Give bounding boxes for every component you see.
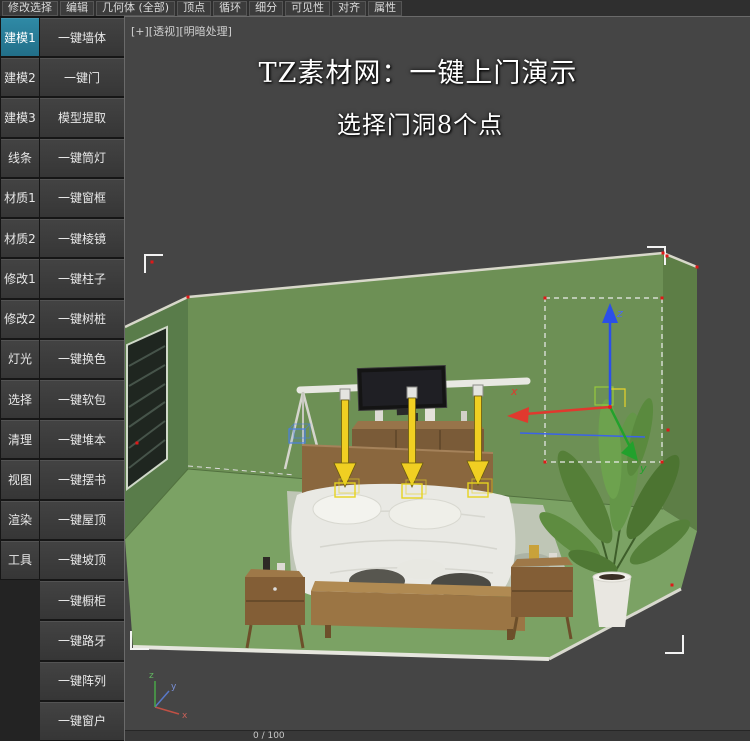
sidebar-action[interactable]: 一键树桩 <box>40 298 125 339</box>
axis-z-label: z <box>149 671 154 681</box>
menu-item[interactable]: 可见性 <box>285 0 331 16</box>
menu-item[interactable]: 顶点 <box>177 0 212 16</box>
sidebar-action[interactable]: 一键窗框 <box>40 177 125 219</box>
menu-item[interactable]: 细分 <box>249 0 284 16</box>
menu-item[interactable]: 修改选择 <box>2 0 58 16</box>
sidebar-category[interactable]: 渲染 <box>0 499 40 540</box>
menu-item[interactable]: 循环 <box>213 0 248 16</box>
application-window: 修改选择 编辑 几何体 (全部) 顶点 循环 细分 可见性 对齐 属性 建模1 … <box>0 0 750 741</box>
gizmo-y-label: y <box>639 462 647 475</box>
overlay-subtitle: 选择门洞8个点 <box>336 111 504 139</box>
menu-item[interactable]: 属性 <box>368 0 403 16</box>
viewport-label[interactable]: [+][透视][明暗处理] <box>131 23 232 39</box>
sidebar-category[interactable]: 材质1 <box>0 177 40 219</box>
sidebar-category[interactable]: 修改2 <box>0 298 40 339</box>
sidebar-action[interactable]: 一键坡顶 <box>40 539 125 581</box>
menu-bar: 修改选择 编辑 几何体 (全部) 顶点 循环 细分 可见性 对齐 属性 <box>0 0 750 17</box>
time-slider[interactable]: 0 / 100 <box>125 730 750 741</box>
sidebar-action[interactable]: 一键窗户 <box>40 700 125 741</box>
sidebar-category[interactable]: 建模1 <box>0 17 40 58</box>
sidebar-category[interactable]: 材质2 <box>0 218 40 259</box>
sidebar-category[interactable]: 灯光 <box>0 338 40 379</box>
sidebar-action[interactable]: 一键筒灯 <box>40 137 125 178</box>
menu-item[interactable]: 对齐 <box>332 0 367 16</box>
sidebar-action[interactable]: 一键柱子 <box>40 258 125 299</box>
sidebar-category[interactable]: 工具 <box>0 539 40 581</box>
axis-x-label: x <box>182 711 188 721</box>
axis-y-label: y <box>171 682 177 692</box>
sidebar-action[interactable]: 一键屋顶 <box>40 499 125 540</box>
sidebar-action[interactable]: 一键换色 <box>40 338 125 379</box>
sidebar-action[interactable]: 模型提取 <box>40 97 125 138</box>
time-slider-value: 0 / 100 <box>253 731 285 741</box>
sidebar-action-column: 一键墙体 一键门 模型提取 一键筒灯 一键窗框 一键棱镜 一键柱子 一键树桩 一… <box>40 17 125 741</box>
sidebar-category[interactable]: 修改1 <box>0 258 40 299</box>
sidebar-action[interactable]: 一键墙体 <box>40 17 125 58</box>
sidebar-action[interactable]: 一键门 <box>40 57 125 98</box>
gizmo-x-label: x <box>510 385 518 398</box>
sidebar-category[interactable]: 选择 <box>0 378 40 420</box>
plugin-sidebar: 建模1 建模2 建模3 线条 材质1 材质2 修改1 修改2 灯光 选择 清理 … <box>0 17 125 741</box>
sidebar-action[interactable]: 一键阵列 <box>40 660 125 701</box>
sidebar-action[interactable]: 一键橱柜 <box>40 580 125 621</box>
sidebar-category[interactable]: 视图 <box>0 459 40 500</box>
sidebar-action[interactable]: 一键摆书 <box>40 459 125 500</box>
sidebar-category-column: 建模1 建模2 建模3 线条 材质1 材质2 修改1 修改2 灯光 选择 清理 … <box>0 17 40 741</box>
sidebar-action[interactable]: 一键路牙 <box>40 620 125 661</box>
sidebar-category[interactable]: 线条 <box>0 137 40 178</box>
menu-item[interactable]: 编辑 <box>60 0 94 16</box>
sidebar-action[interactable]: 一键堆本 <box>40 419 125 460</box>
menu-item[interactable]: 几何体 (全部) <box>96 0 176 16</box>
sidebar-category[interactable]: 建模2 <box>0 57 40 98</box>
viewport-3d[interactable]: z x y x y z [+][透视][明暗处理] TZ素材网：一键上门演示 选… <box>124 16 750 741</box>
sidebar-category[interactable]: 建模3 <box>0 97 40 138</box>
sidebar-category[interactable]: 清理 <box>0 419 40 460</box>
window[interactable] <box>126 325 168 491</box>
overlay-title: TZ素材网：一键上门演示 <box>258 58 578 89</box>
sidebar-action[interactable]: 一键棱镜 <box>40 218 125 259</box>
gizmo-z-label: z <box>616 307 623 320</box>
sidebar-action[interactable]: 一键软包 <box>40 378 125 420</box>
